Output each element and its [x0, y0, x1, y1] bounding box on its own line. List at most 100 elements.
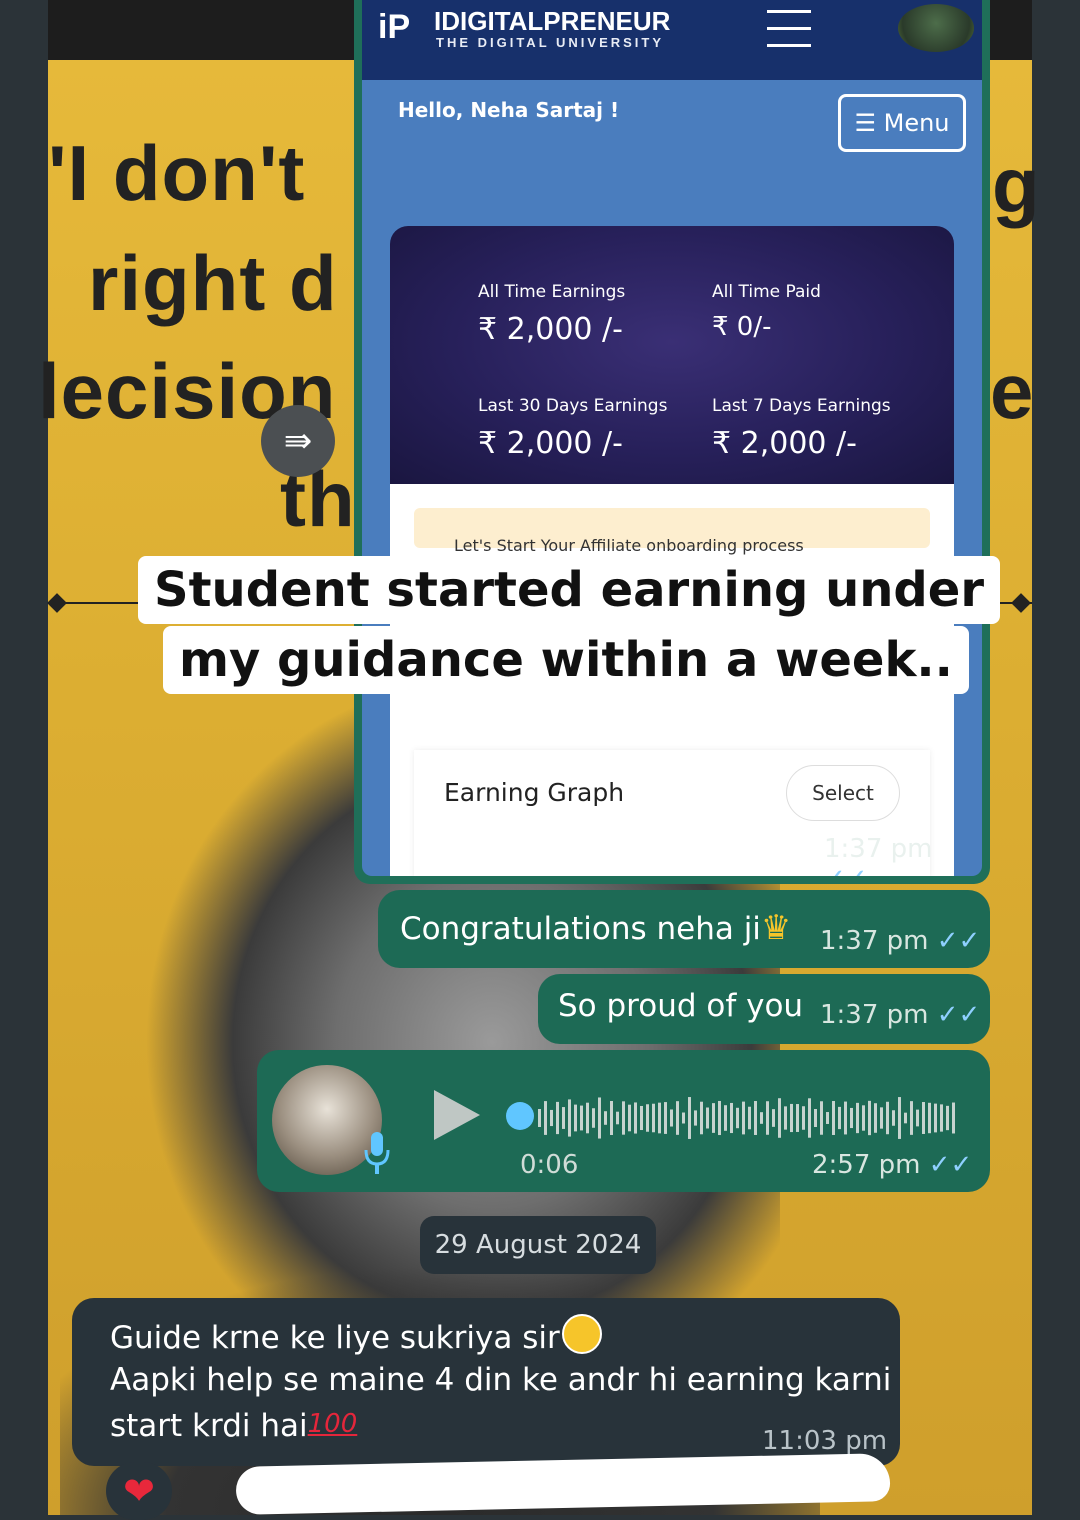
waveform-bar — [742, 1101, 745, 1135]
waveform-bar — [832, 1101, 835, 1135]
all-time-paid-label: All Time Paid — [712, 282, 821, 302]
wallpaper-quote-right-1: g — [992, 141, 1041, 229]
user-avatar — [898, 4, 974, 52]
onboarding-notice-text: Let's Start Your Affiliate onboarding pr… — [454, 536, 804, 555]
timestamp-text: 1:37 pm — [820, 1000, 929, 1030]
waveform-bar — [772, 1109, 775, 1127]
waveform-bar — [916, 1109, 919, 1127]
waveform-bar — [928, 1102, 931, 1134]
waveform-bar — [688, 1097, 691, 1139]
forwarded-screenshot-message[interactable]: iP IDIGITALPRENEUR THE DIGITAL UNIVERSIT… — [354, 0, 990, 884]
waveform-bar — [616, 1111, 619, 1125]
waveform-bar — [802, 1106, 805, 1130]
smiling-face-emoji-icon — [561, 1314, 602, 1354]
last-30-days-value: ₹ 2,000 /- — [478, 426, 623, 461]
waveform-bar — [736, 1107, 739, 1129]
all-time-paid-value: ₹ 0/- — [712, 312, 772, 342]
waveform-bar — [652, 1103, 655, 1133]
waveform-bar — [646, 1104, 649, 1132]
timestamp-text: 1:37 pm — [820, 926, 929, 956]
waveform-bar — [814, 1109, 817, 1127]
message-text-line-2: Aapki help se maine 4 din ke andr hi ear… — [110, 1362, 892, 1398]
waveform-bar — [826, 1112, 829, 1124]
hamburger-icon — [767, 10, 811, 52]
greeting-text: Hello, Neha Sartaj ! — [398, 98, 620, 122]
play-icon[interactable] — [434, 1090, 480, 1140]
caption-line-1: Student started earning under — [138, 556, 1000, 624]
last-7-days-value: ₹ 2,000 /- — [712, 426, 857, 461]
waveform-bar — [592, 1108, 595, 1128]
waveform-bar — [712, 1103, 715, 1133]
waveform-bar — [664, 1102, 667, 1134]
waveform-bar — [538, 1109, 541, 1127]
waveform-bar — [610, 1101, 613, 1135]
message-text-line-1: Guide krne ke liye sukriya sir — [110, 1320, 560, 1356]
waveform-bar — [766, 1101, 769, 1135]
waveform-bar — [748, 1106, 751, 1130]
all-time-earnings-value: ₹ 2,000 /- — [478, 312, 623, 347]
playback-scrubber[interactable] — [506, 1102, 534, 1130]
last-7-days-label: Last 7 Days Earnings — [712, 396, 891, 416]
waveform-bar — [640, 1105, 643, 1131]
waveform-bar — [850, 1107, 853, 1129]
waveform-bar — [904, 1112, 907, 1124]
message-congratulations[interactable]: Congratulations neha ji♛ 1:37 pm ✓✓ — [378, 890, 990, 968]
message-proud[interactable]: So proud of you 1:37 pm ✓✓ — [538, 974, 990, 1044]
screenshot-image[interactable]: iP IDIGITALPRENEUR THE DIGITAL UNIVERSIT… — [362, 0, 982, 876]
waveform-bar — [604, 1111, 607, 1125]
brand-logo-icon: iP — [378, 8, 411, 46]
waveform-bar — [634, 1102, 637, 1134]
double-check-icon: ✓✓ — [928, 1150, 973, 1180]
waveform-bar — [694, 1110, 697, 1126]
waveform-bar — [796, 1104, 799, 1132]
waveform-bar — [922, 1102, 925, 1134]
last-30-days-label: Last 30 Days Earnings — [478, 396, 668, 416]
waveform-bar — [706, 1107, 709, 1129]
waveform-bar — [550, 1109, 553, 1127]
waveform-bar — [844, 1101, 847, 1135]
voice-duration: 0:06 — [520, 1150, 579, 1180]
waveform-bar — [670, 1109, 673, 1127]
waveform-bar — [598, 1097, 601, 1139]
waveform-bar — [754, 1101, 757, 1135]
waveform-bar — [580, 1105, 583, 1131]
waveform-bar — [910, 1101, 913, 1135]
forward-arrow-icon[interactable]: ⇛ — [261, 405, 335, 477]
waveform-bar — [820, 1101, 823, 1135]
message-reply[interactable]: Guide krne ke liye sukriya sir Aapki hel… — [72, 1298, 900, 1466]
waveform-bar — [676, 1101, 679, 1135]
double-check-icon: ✓✓ — [824, 864, 868, 876]
earnings-card — [390, 226, 954, 484]
heart-reaction-icon[interactable]: ❤ — [106, 1462, 172, 1520]
waveform-bar — [940, 1104, 943, 1132]
waveform-bar — [568, 1099, 571, 1137]
waveform-bar — [658, 1102, 661, 1134]
double-check-icon: ✓✓ — [936, 1000, 981, 1030]
brand-name: IDIGITALPRENEUR — [434, 6, 671, 36]
waveform-bar — [628, 1104, 631, 1132]
message-text: Congratulations neha ji — [400, 911, 761, 947]
timestamp-text: 1:37 pm — [824, 834, 933, 864]
waveform-bar — [718, 1100, 721, 1136]
waveform-bar — [952, 1102, 955, 1134]
waveform-bar — [784, 1106, 787, 1130]
wallpaper-quote-line-1: 'I don't — [48, 129, 306, 217]
waveform-bar — [574, 1104, 577, 1132]
waveform-bar — [778, 1098, 781, 1138]
waveform-bar — [790, 1103, 793, 1133]
waveform-bar — [934, 1103, 937, 1133]
crown-emoji-icon: ♛ — [760, 908, 792, 948]
waveform[interactable] — [538, 1094, 958, 1142]
waveform-bar — [946, 1105, 949, 1131]
waveform-bar — [760, 1112, 763, 1124]
waveform-bar — [808, 1098, 811, 1138]
date-separator: 29 August 2024 — [420, 1216, 656, 1274]
waveform-bar — [868, 1100, 871, 1136]
graph-select-button: Select — [786, 765, 900, 821]
message-text-line-3: start krdi hai — [110, 1408, 308, 1444]
waveform-bar — [622, 1101, 625, 1135]
timestamp-text: 11:03 pm — [762, 1426, 888, 1456]
message-text: So proud of you — [558, 988, 804, 1024]
waveform-bar — [562, 1107, 565, 1129]
waveform-bar — [874, 1103, 877, 1133]
